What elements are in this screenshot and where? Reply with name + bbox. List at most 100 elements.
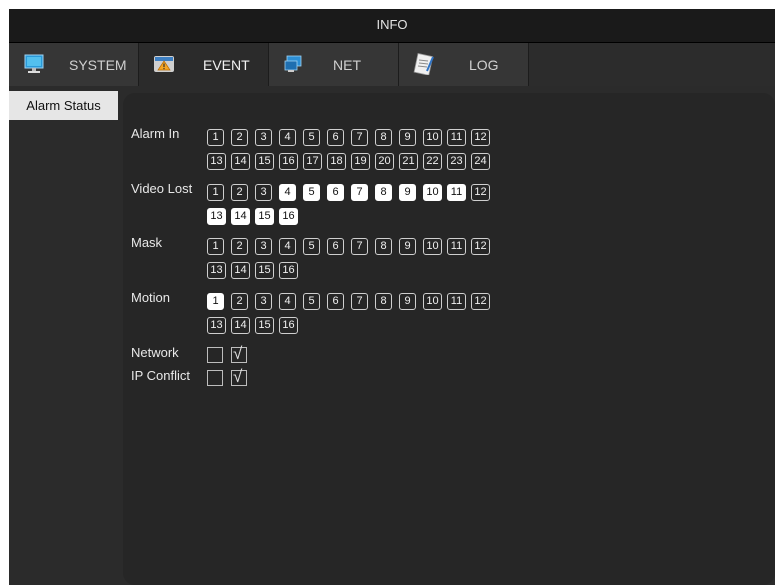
mask-channel-1: 1 — [207, 238, 224, 255]
motion-channel-16: 16 — [279, 317, 298, 334]
ip-conflict-checkbox-1[interactable] — [207, 370, 223, 386]
window-title: INFO — [376, 17, 408, 32]
tab-net-label: NET — [333, 57, 361, 73]
info-window: INFO SYSTEM EVENT NET LOG Alarm Status A… — [9, 9, 775, 585]
mask-channel-11: 11 — [447, 238, 466, 255]
alarm-in-channel-15: 15 — [255, 153, 274, 170]
alarm-in-channel-21: 21 — [399, 153, 418, 170]
motion-channel-11: 11 — [447, 293, 466, 310]
alarm-in-channel-17: 17 — [303, 153, 322, 170]
network-icon — [284, 55, 302, 72]
log-notepad-icon — [413, 53, 434, 75]
mask-channel-12: 12 — [471, 238, 490, 255]
mask-label: Mask — [131, 235, 163, 250]
ip-conflict-checkbox-2[interactable]: √ — [231, 368, 247, 386]
sidebar-item-alarm-status[interactable]: Alarm Status — [9, 91, 118, 120]
mask-channel-7: 7 — [351, 238, 368, 255]
mask-channel-3: 3 — [255, 238, 272, 255]
motion-channel-5: 5 — [303, 293, 320, 310]
alarm-in-channel-5: 5 — [303, 129, 320, 146]
mask-channel-16: 16 — [279, 262, 298, 279]
alarm-in-channel-11: 11 — [447, 129, 466, 146]
mask-channel-10: 10 — [423, 238, 442, 255]
alarm-in-channel-20: 20 — [375, 153, 394, 170]
video-lost-channel-12: 12 — [471, 184, 490, 201]
alarm-status-panel: Alarm In 1 2 3 4 5 6 7 8 9 10 11 12 13 14 15 16 17 18 19 20… — [123, 93, 775, 585]
tab-log-label: LOG — [469, 57, 499, 73]
video-lost-channel-9: 9 — [399, 184, 416, 201]
mask-channel-13: 13 — [207, 262, 226, 279]
mask-channel-2: 2 — [231, 238, 248, 255]
alarm-in-channel-14: 14 — [231, 153, 250, 170]
alarm-in-channel-19: 19 — [351, 153, 370, 170]
video-lost-channel-15: 15 — [255, 208, 274, 225]
mask-channel-6: 6 — [327, 238, 344, 255]
video-lost-channel-2: 2 — [231, 184, 248, 201]
video-lost-channel-4: 4 — [279, 184, 296, 201]
mask-channel-8: 8 — [375, 238, 392, 255]
alarm-in-channel-24: 24 — [471, 153, 490, 170]
tab-net[interactable]: NET — [269, 43, 399, 86]
alarm-in-channel-3: 3 — [255, 129, 272, 146]
video-lost-channel-8: 8 — [375, 184, 392, 201]
monitor-icon — [24, 54, 44, 73]
motion-channel-6: 6 — [327, 293, 344, 310]
alarm-in-channel-7: 7 — [351, 129, 368, 146]
mask-channel-4: 4 — [279, 238, 296, 255]
alarm-in-channel-9: 9 — [399, 129, 416, 146]
warning-icon — [154, 56, 174, 72]
alarm-in-channel-6: 6 — [327, 129, 344, 146]
tab-event[interactable]: EVENT — [139, 43, 269, 86]
video-lost-channel-10: 10 — [423, 184, 442, 201]
alarm-in-channel-2: 2 — [231, 129, 248, 146]
video-lost-channel-11: 11 — [447, 184, 466, 201]
title-bar: INFO — [9, 9, 775, 43]
tab-log[interactable]: LOG — [399, 43, 529, 86]
alarm-in-channel-12: 12 — [471, 129, 490, 146]
alarm-in-channel-13: 13 — [207, 153, 226, 170]
motion-channel-9: 9 — [399, 293, 416, 310]
motion-channel-3: 3 — [255, 293, 272, 310]
video-lost-channel-16: 16 — [279, 208, 298, 225]
alarm-in-channel-4: 4 — [279, 129, 296, 146]
ip-conflict-label: IP Conflict — [131, 368, 191, 383]
video-lost-channel-5: 5 — [303, 184, 320, 201]
video-lost-channel-1: 1 — [207, 184, 224, 201]
video-lost-channel-14: 14 — [231, 208, 250, 225]
alarm-in-channel-8: 8 — [375, 129, 392, 146]
motion-channel-7: 7 — [351, 293, 368, 310]
motion-channel-15: 15 — [255, 317, 274, 334]
alarm-in-label: Alarm In — [131, 126, 180, 141]
motion-channel-2: 2 — [231, 293, 248, 310]
tab-bar: SYSTEM EVENT NET LOG — [9, 43, 775, 86]
motion-channel-13: 13 — [207, 317, 226, 334]
network-checkbox-1[interactable] — [207, 347, 223, 363]
alarm-in-channel-18: 18 — [327, 153, 346, 170]
video-lost-channel-13: 13 — [207, 208, 226, 225]
alarm-in-channel-1: 1 — [207, 129, 224, 146]
network-checkbox-2[interactable]: √ — [231, 345, 247, 363]
motion-channel-10: 10 — [423, 293, 442, 310]
alarm-in-channel-10: 10 — [423, 129, 442, 146]
tab-event-label: EVENT — [203, 57, 250, 73]
video-lost-channel-7: 7 — [351, 184, 368, 201]
motion-channel-12: 12 — [471, 293, 490, 310]
tab-system-label: SYSTEM — [69, 57, 127, 73]
alarm-in-channel-23: 23 — [447, 153, 466, 170]
mask-channel-15: 15 — [255, 262, 274, 279]
tab-system[interactable]: SYSTEM — [9, 43, 139, 86]
motion-channel-14: 14 — [231, 317, 250, 334]
video-lost-channel-6: 6 — [327, 184, 344, 201]
alarm-in-channel-22: 22 — [423, 153, 442, 170]
motion-channel-8: 8 — [375, 293, 392, 310]
alarm-in-channel-16: 16 — [279, 153, 298, 170]
network-label: Network — [131, 345, 179, 360]
mask-channel-14: 14 — [231, 262, 250, 279]
motion-channel-1: 1 — [207, 293, 224, 310]
motion-label: Motion — [131, 290, 171, 305]
mask-channel-9: 9 — [399, 238, 416, 255]
video-lost-channel-3: 3 — [255, 184, 272, 201]
mask-channel-5: 5 — [303, 238, 320, 255]
video-lost-label: Video Lost — [131, 181, 193, 196]
motion-channel-4: 4 — [279, 293, 296, 310]
